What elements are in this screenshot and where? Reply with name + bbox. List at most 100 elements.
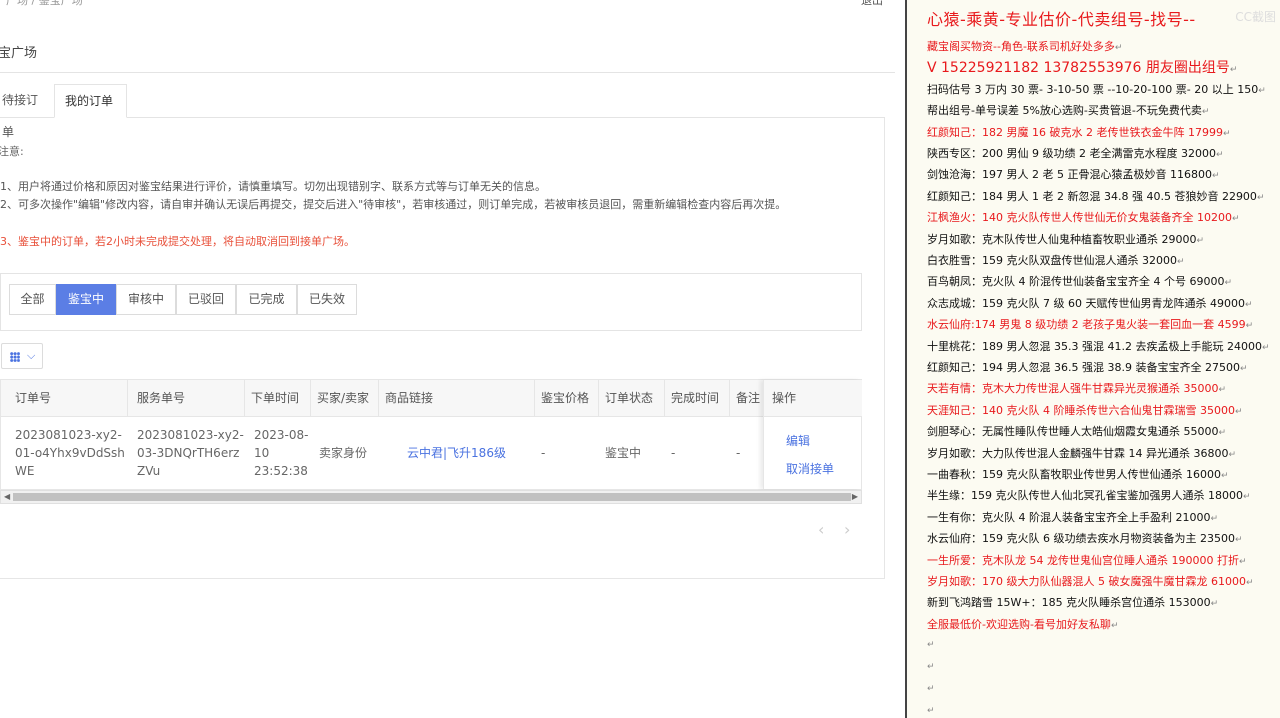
grid-icon — [10, 352, 20, 362]
filter-all[interactable]: 全部 — [9, 284, 56, 315]
column-settings-button[interactable]: ⌵ — [1, 343, 43, 369]
breadcrumb[interactable]: 广场 / 鉴宝广场 — [6, 0, 83, 8]
ad-line: V 15225921182 13782553976 朋友圈出组号↵ — [927, 60, 1238, 77]
paragraph-mark-icon: ↵ — [1222, 128, 1231, 139]
chevron-down-icon: ⌵ — [27, 349, 36, 362]
ad-line: 新到飞鸿踏雪 15W+：185 克火队睡杀宫位通杀 153000↵ — [927, 596, 1219, 610]
ad-line: 百鸟朝凤：克火队 4 阶混传世仙装备宝宝齐全 4 个号 69000↵ — [927, 275, 1233, 289]
ad-line: 陕西专区：200 男仙 9 级功绩 2 老全满雷克水程度 32000↵ — [927, 147, 1224, 160]
scroll-left-icon[interactable]: ◀ — [4, 491, 10, 503]
filter-completed[interactable]: 已完成 — [236, 284, 297, 315]
paragraph-mark-icon: ↵ — [1258, 85, 1266, 96]
cell-role: 卖家身份 — [319, 446, 368, 460]
prev-page-icon[interactable]: ‹ — [818, 520, 824, 539]
col-actions: 操作 — [764, 380, 862, 417]
ad-line: 天若有情：克木大力传世混人强牛甘霖异光灵猴通杀 35000↵ — [927, 382, 1227, 396]
paragraph-mark-icon: ↵ — [1201, 107, 1210, 118]
paragraph-mark-icon: ↵ — [1238, 556, 1247, 567]
horizontal-scrollbar[interactable]: ◀ ▶ — [0, 490, 862, 504]
ad-document: 心猿-乘黄-专业估价-代卖组号-找号-- CC截图 藏宝阁买物资--角色-联系司… — [905, 0, 1280, 718]
scroll-right-icon[interactable]: ▶ — [852, 491, 858, 503]
orders-table: 订单号 服务单号 下单时间 买家/卖家 商品链接 鉴宝价格 订单状态 完成时间 … — [0, 379, 862, 490]
actions-column: 操作 编辑 取消接单 — [763, 380, 862, 489]
paragraph-mark-icon: ↵ — [1196, 235, 1205, 246]
col-order-time: 下单时间 — [245, 380, 311, 417]
paragraph-mark-icon: ↵ — [1242, 492, 1251, 503]
edit-link[interactable]: 编辑 — [786, 432, 810, 449]
next-page-icon[interactable]: › — [844, 520, 850, 539]
goods-link[interactable]: 云中君|飞升186级 — [379, 417, 535, 489]
paragraph-mark-icon: ↵ — [927, 662, 935, 672]
cell-service-no: 2023081023-xy2-03-3DNQrTH6erzZVu — [137, 428, 244, 478]
ad-line: 水云仙府:174 男鬼 8 级功绩 2 老孩子鬼火装一套回血一套 4599↵ — [927, 318, 1254, 332]
paragraph-mark-icon: ↵ — [1110, 620, 1119, 631]
paragraph-mark-icon: ↵ — [1114, 43, 1123, 53]
paragraph-mark-icon: ↵ — [1210, 599, 1219, 610]
order-app: 广场 / 鉴宝广场 退出 宝广场 待接订单 我的订单 注意: 1、用户将通过价格… — [0, 0, 905, 718]
ad-line: 天涯知己：140 克火队 4 阶睡杀传世六合仙鬼甘霖瑞雪 35000↵ — [927, 403, 1243, 417]
col-price: 鉴宝价格 — [535, 380, 599, 417]
paragraph-mark-icon: ↵ — [1220, 471, 1229, 481]
cancel-order-link[interactable]: 取消接单 — [786, 460, 834, 477]
cell-status: 鉴宝中 — [605, 446, 642, 460]
tab-pending-orders[interactable]: 待接订单 — [0, 84, 48, 139]
notice-line-3: 3、鉴宝中的订单，若2小时未完成提交处理，将自动取消回到接单广场。 — [0, 235, 355, 248]
col-order-no: 订单号 — [1, 380, 128, 417]
ad-line: 扫码估号 3 万内 30 票- 3-10-50 票 --10-20-100 票-… — [927, 82, 1266, 96]
ad-line: 一生有你：克火队 4 阶混人装备宝宝齐全上手盈利 21000↵ — [927, 510, 1219, 524]
tab-bar: 待接订单 我的订单 — [0, 84, 885, 139]
top-bar: 广场 / 鉴宝广场 退出 — [0, 0, 895, 8]
ad-line: 红颜知己：184 男人 1 老 2 新忽混 34.8 强 40.5 苍狼妙音 2… — [927, 189, 1265, 203]
ad-line: 红颜知己：194 男人忽混 36.5 强混 38.9 装备宝宝齐全 27500↵ — [927, 361, 1248, 374]
paragraph-mark-icon: ↵ — [1261, 342, 1270, 353]
scrollbar-thumb[interactable] — [13, 493, 851, 501]
ad-line: 十里桃花：189 男人忽混 35.3 强混 41.2 去疾孟极上手能玩 2400… — [927, 339, 1270, 353]
col-service-no: 服务单号 — [128, 380, 245, 417]
ad-line: 白衣胜雪：159 克火队双盘传世仙混人通杀 32000↵ — [927, 254, 1185, 267]
filter-expired[interactable]: 已失效 — [297, 284, 357, 315]
ad-line: 帮出组号-单号误差 5%放心选购-买贵管退-不玩免费代卖↵ — [927, 104, 1210, 118]
ad-line: 半生缘：159 克火队传世人仙北冥孔雀宝鉴加强男人通杀 18000↵ — [927, 489, 1251, 503]
filter-reviewing[interactable]: 审核中 — [116, 284, 176, 315]
page-title: 宝广场 — [0, 46, 38, 61]
paragraph-mark-icon: ↵ — [1234, 406, 1243, 417]
ad-line: 江枫渔火：140 克火队传世人传世仙无价女鬼装备齐全 10200↵ — [927, 211, 1240, 225]
paragraph-mark-icon: ↵ — [927, 640, 935, 650]
tab-my-orders[interactable]: 我的订单 — [54, 84, 127, 118]
table-header: 订单号 服务单号 下单时间 买家/卖家 商品链接 鉴宝价格 订单状态 完成时间 … — [1, 380, 861, 417]
ad-line: 剑胆琴心：无属性睡队传世睡人太皓仙烟霞女鬼通杀 55000↵ — [927, 425, 1227, 439]
paragraph-mark-icon: ↵ — [1239, 364, 1248, 374]
ad-line: 水云仙府：159 克火队 6 级功绩去疾水月物资装备为主 23500↵ — [927, 532, 1243, 546]
notice-line-1: 1、用户将通过价格和原因对鉴宝结果进行评价，请慎重填写。切勿出现错别字、联系方式… — [0, 180, 546, 193]
col-remark: 备注 — [730, 380, 764, 417]
paragraph-mark-icon: ↵ — [1176, 257, 1185, 267]
ad-line: 一曲春秋：159 克火队畜牧职业传世男人传世仙通杀 16000↵ — [927, 468, 1229, 481]
paragraph-mark-icon: ↵ — [1231, 214, 1240, 225]
ad-title: 心猿-乘黄-专业估价-代卖组号-找号-- — [927, 10, 1196, 29]
notice-line-2: 2、可多次操作"编辑"修改内容，请自审并确认无误后再提交，提交后进入"待审核"，… — [0, 198, 787, 211]
cell-done-time: - — [671, 446, 676, 460]
paragraph-mark-icon: ↵ — [1234, 535, 1243, 546]
watermark: CC截图 — [1235, 10, 1276, 24]
cell-remark: - — [736, 446, 741, 460]
paragraph-mark-icon: ↵ — [1256, 192, 1265, 203]
filter-rejected[interactable]: 已驳回 — [176, 284, 236, 315]
paragraph-mark-icon: ↵ — [927, 706, 935, 716]
col-done-time: 完成时间 — [665, 380, 730, 417]
filter-appraising[interactable]: 鉴宝中 — [56, 284, 116, 315]
ad-line: 众志成城：159 克火队 7 级 60 天赋传世仙男青龙阵通杀 49000↵ — [927, 296, 1253, 310]
paragraph-mark-icon: ↵ — [1224, 278, 1233, 289]
paragraph-mark-icon: ↵ — [1245, 321, 1254, 332]
col-role: 买家/卖家 — [311, 380, 379, 417]
col-goods-link: 商品链接 — [379, 380, 535, 417]
ad-line: 一生所爱：克木队龙 54 龙传世鬼仙宫位睡人通杀 190000 打折↵ — [927, 553, 1247, 567]
logout-link[interactable]: 退出 — [861, 0, 883, 8]
paragraph-mark-icon: ↵ — [1218, 385, 1227, 396]
paragraph-mark-icon: ↵ — [1215, 150, 1224, 160]
divider — [0, 72, 895, 73]
paragraph-mark-icon: ↵ — [1210, 513, 1219, 524]
cell-price: - — [541, 446, 546, 460]
notice-title: 注意: — [0, 145, 24, 158]
col-status: 订单状态 — [599, 380, 665, 417]
ad-line: 红颜知己：182 男魔 16 破克水 2 老传世铁衣金牛阵 17999↵ — [927, 125, 1231, 139]
